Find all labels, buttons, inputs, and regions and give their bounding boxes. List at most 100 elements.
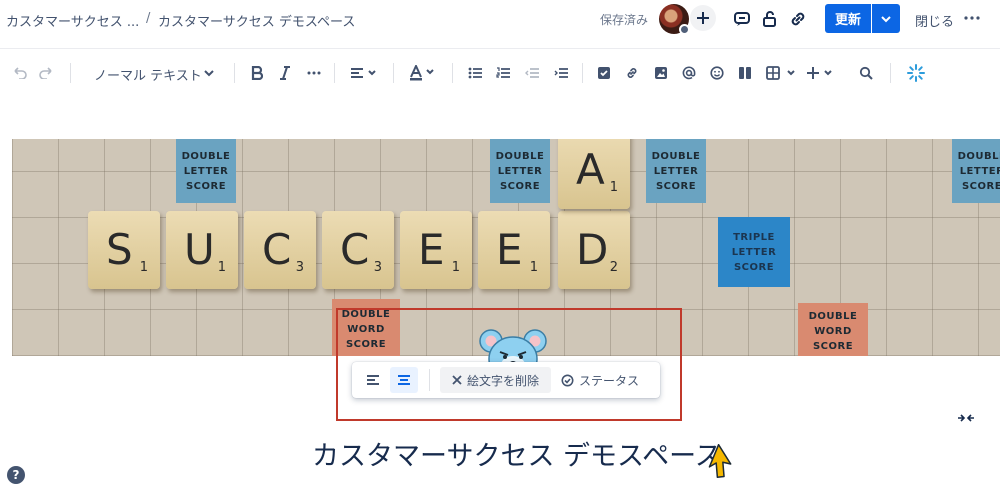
copy-link-button[interactable] [787,8,809,30]
saved-status: 保存済み [600,13,649,27]
bullet-list-button[interactable] [467,62,483,84]
redo-icon [39,67,52,79]
ai-button[interactable] [906,62,926,84]
more-icon [964,16,980,20]
tile-letter: S [106,225,133,274]
remove-emoji-label: 絵文字を削除 [466,373,539,388]
plus-icon [807,67,832,79]
more-formatting-button[interactable] [305,62,323,84]
table-dropdown[interactable] [765,62,799,84]
text-color-dropdown[interactable] [408,62,438,84]
breadcrumb-page[interactable]: カスタマーサクセス デモスペース [158,11,355,30]
premium-square: TRIPLE LETTER SCORE [718,217,790,287]
top-bar: カスタマーサクセス ... / カスタマーサクセス デモスペース 保存済み 更新… [0,0,1000,40]
scrabble-tile: C3 [244,211,316,289]
chevron-down-icon [204,70,214,77]
numbered-list-button[interactable] [495,62,511,84]
numbered-list-icon [496,67,510,78]
table-icon [766,66,795,80]
status-label: ステータス [578,373,639,388]
mention-button[interactable] [681,62,697,84]
tile-points: 1 [451,260,460,275]
breadcrumb-separator: / [146,11,151,26]
tile-letter: E [418,225,445,274]
remove-emoji-button[interactable]: 絵文字を削除 [440,367,551,393]
checkbox-icon [598,67,610,79]
scrabble-tile: E1 [478,211,550,289]
mention-icon [682,66,696,80]
premium-square: DOUBLE LETTER SCORE [952,139,1000,203]
align-left-icon [367,375,379,385]
action-item-button[interactable] [596,62,612,84]
text-color-icon [410,65,434,81]
scrabble-tile: D2 [558,211,630,289]
chevron-down-icon [881,15,891,22]
toolbar-divider [334,63,335,83]
undo-button[interactable] [10,62,28,84]
tile-letter: U [184,225,215,274]
insert-image-button[interactable] [653,62,669,84]
text-style-chevron[interactable] [203,62,215,84]
cursor-arrow-icon [708,444,732,478]
tile-points: 2 [609,260,618,275]
bold-icon [251,66,263,80]
toolbar-divider [429,369,430,391]
unlock-icon [763,11,776,27]
help-button[interactable]: ? [7,466,25,484]
redo-button[interactable] [38,62,56,84]
indent-button[interactable] [553,62,569,84]
tile-letter: A [576,145,605,194]
premium-square: DOUBLE LETTER SCORE [490,139,550,203]
scrabble-tile: A1 [558,139,630,209]
emoji-button[interactable] [709,62,725,84]
update-options-button[interactable] [872,4,900,33]
toolbar-divider [70,63,71,83]
alignment-dropdown[interactable] [349,62,379,84]
more-actions-button[interactable] [960,8,984,28]
italic-button[interactable] [277,62,293,84]
bullet-list-icon [468,67,482,79]
emoji-icon [710,66,724,80]
tile-points: 1 [139,260,148,275]
link-icon [627,68,637,78]
restrictions-button[interactable] [759,8,781,30]
status-button[interactable]: ステータス [555,367,645,393]
presence-indicator [679,24,690,35]
plus-icon [697,12,709,24]
premium-square: DOUBLE WORD SCORE [798,303,868,356]
indent-icon [554,68,568,78]
layouts-button[interactable] [737,62,753,84]
text-style-dropdown[interactable]: ノーマル テキスト [94,65,202,84]
collapse-width-button[interactable] [956,410,976,426]
collapse-arrows-icon [958,414,974,422]
update-button[interactable]: 更新 [825,4,871,33]
toolbar-divider [890,63,891,83]
italic-icon [280,66,290,80]
outdent-button[interactable] [524,62,540,84]
avatar[interactable] [659,4,690,35]
page-title[interactable]: カスタマーサクセス デモスペース [312,434,722,473]
toolbar-divider [393,63,394,83]
add-collaborator-button[interactable] [690,5,716,31]
tile-letter: C [340,225,370,274]
align-center-button[interactable] [390,367,418,393]
insert-more-dropdown[interactable] [806,62,836,84]
breadcrumb-space[interactable]: カスタマーサクセス ... [6,11,139,30]
toolbar-divider [452,63,453,83]
premium-square: DOUBLE LETTER SCORE [646,139,706,203]
align-left-button[interactable] [360,367,386,393]
find-replace-button[interactable] [858,62,874,84]
scrabble-tile: U1 [166,211,238,289]
tile-points: 1 [529,260,538,275]
tile-points: 3 [373,260,382,275]
bold-button[interactable] [249,62,265,84]
tile-letter: D [576,225,609,274]
toolbar-divider [234,63,235,83]
close-button[interactable]: 閉じる [915,11,954,30]
sparkle-icon [907,64,925,82]
comment-button[interactable] [731,8,753,30]
tile-points: 3 [295,260,304,275]
outdent-icon [525,68,539,78]
more-icon [307,71,321,75]
insert-link-button[interactable] [624,62,640,84]
